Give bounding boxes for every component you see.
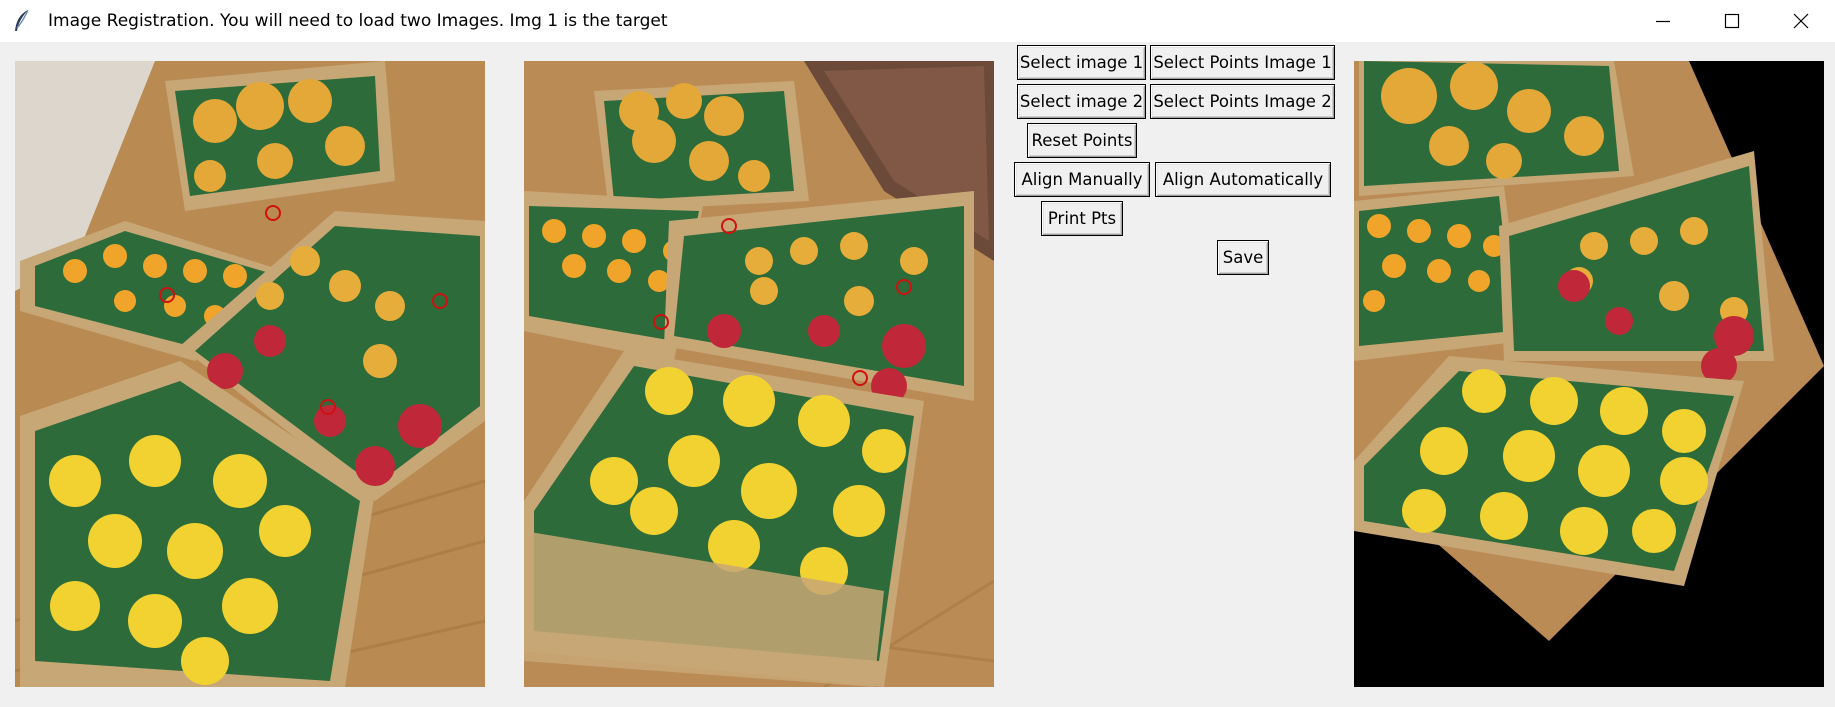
select-points-image-2-button[interactable]: Select Points Image 2 [1150,84,1335,119]
print-pts-button[interactable]: Print Pts [1041,201,1123,236]
save-button[interactable]: Save [1217,240,1269,275]
aligned-result-canvas [1354,61,1824,687]
minimize-icon [1655,20,1670,23]
title-bar: Image Registration. You will need to loa… [0,0,1835,42]
close-icon [1793,13,1808,29]
close-button[interactable] [1766,0,1835,42]
maximize-icon [1724,13,1739,29]
minimize-button[interactable] [1628,0,1697,42]
reset-points-button[interactable]: Reset Points [1027,123,1137,158]
image-1-canvas[interactable] [15,61,485,687]
feather-icon [12,9,34,33]
select-image-2-button[interactable]: Select image 2 [1017,84,1146,119]
align-automatically-button[interactable]: Align Automatically [1155,162,1331,197]
image-2-canvas[interactable] [524,61,994,687]
maximize-button[interactable] [1697,0,1766,42]
select-points-image-1-button[interactable]: Select Points Image 1 [1150,45,1335,80]
align-manually-button[interactable]: Align Manually [1014,162,1150,197]
window-title: Image Registration. You will need to loa… [48,11,668,31]
select-image-1-button[interactable]: Select image 1 [1017,45,1146,80]
